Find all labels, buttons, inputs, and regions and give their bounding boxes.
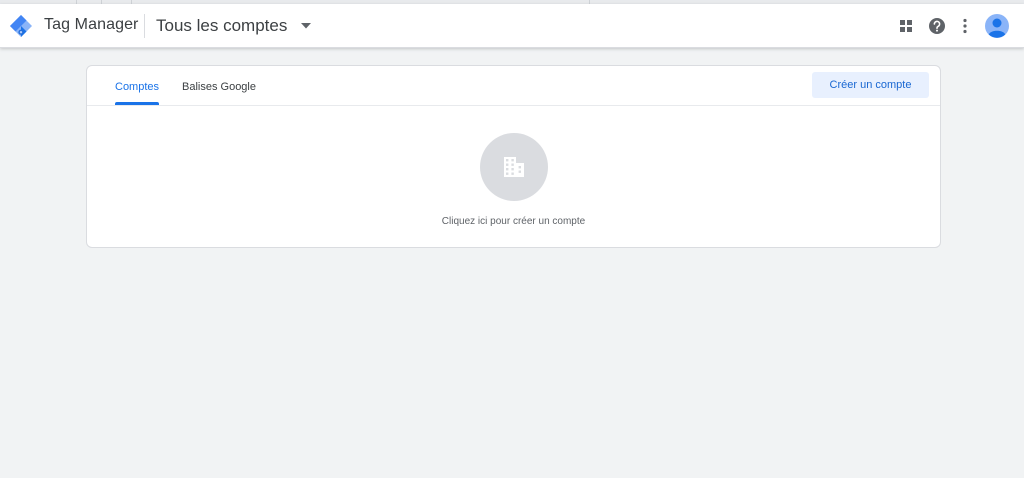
tab-balises-google[interactable]: Balises Google [182,81,256,93]
apps-grid-icon[interactable] [896,16,916,36]
building-icon [504,157,524,177]
app-header: Tag Manager Tous les comptes [0,4,1024,48]
accounts-card: Comptes Balises Google Créer un compte C… [86,65,941,248]
product-name: Tag Manager [44,16,139,33]
create-account-button[interactable]: Créer un compte [812,72,929,98]
account-avatar-icon[interactable] [984,13,1010,39]
account-selector[interactable]: Tous les comptes [156,13,312,39]
tab-bar: Comptes Balises Google Créer un compte [87,66,940,106]
page: Tag Manager Tous les comptes Comptes Bal… [0,0,1024,478]
tab-comptes[interactable]: Comptes [115,81,159,93]
caret-down-icon [301,23,312,29]
header-divider [144,14,145,38]
help-icon[interactable] [927,16,947,36]
active-tab-indicator [115,102,159,105]
empty-state-text[interactable]: Cliquez ici pour créer un compte [87,216,940,227]
tag-manager-logo-icon[interactable] [9,14,33,38]
more-vert-icon[interactable] [955,16,975,36]
account-selector-label: Tous les comptes [156,16,288,35]
empty-state-circle[interactable] [480,133,548,201]
